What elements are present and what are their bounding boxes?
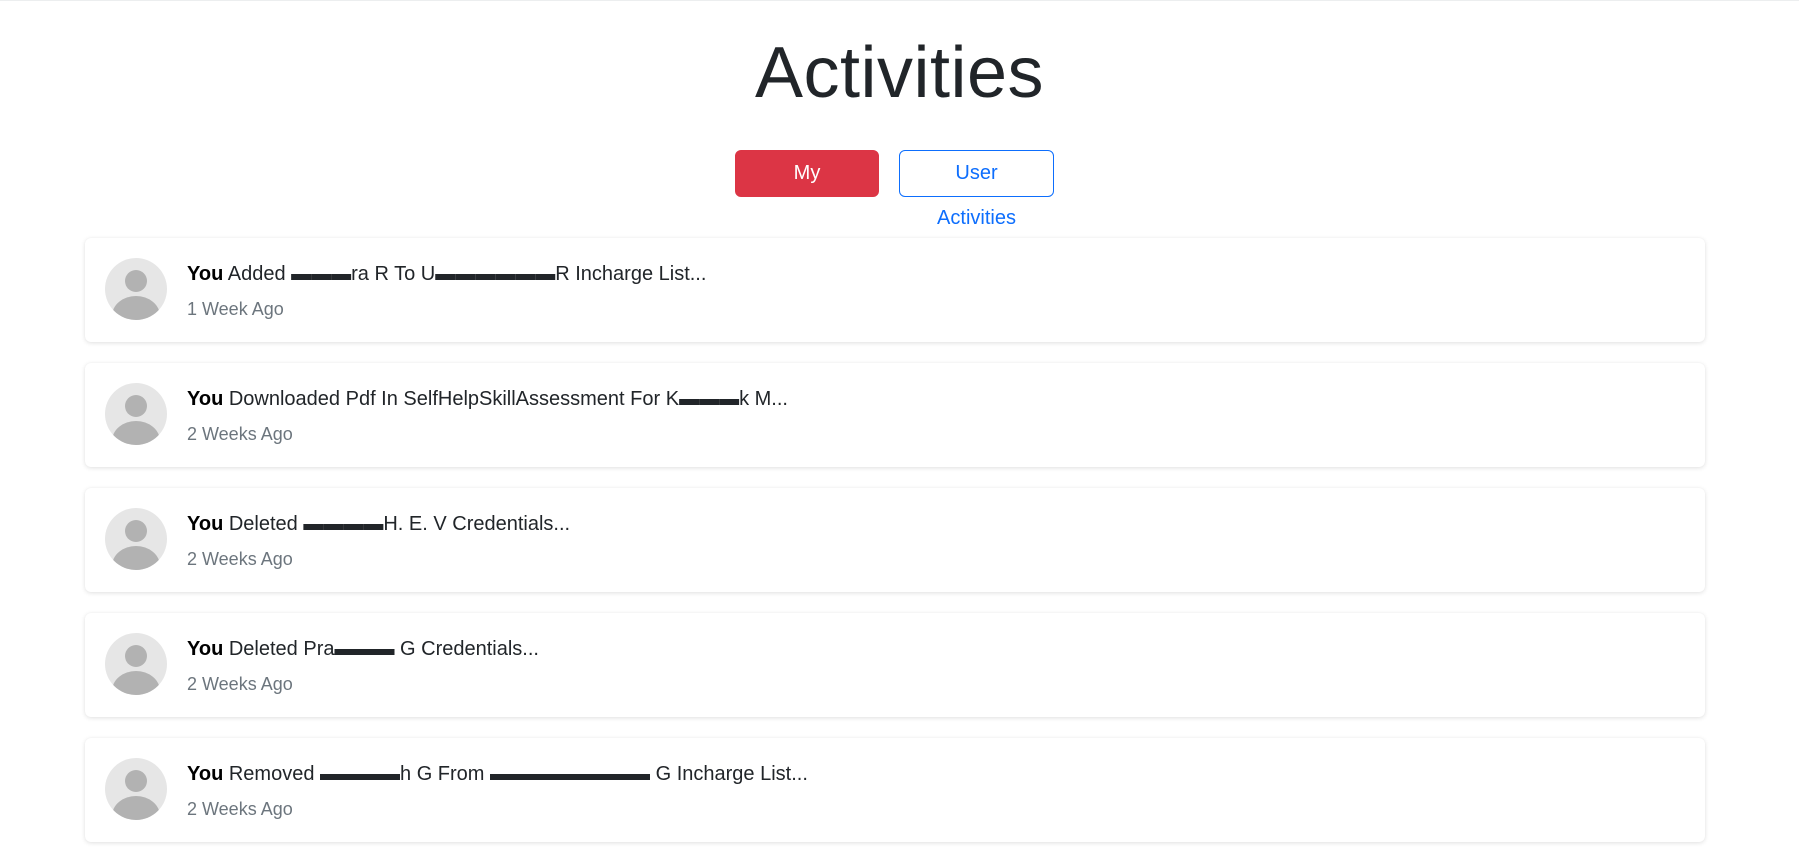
user-avatar-icon <box>105 508 167 570</box>
activity-actor: You <box>187 388 224 410</box>
activity-message: Deleted Pra▬▬▬ G Credentials... <box>228 638 539 660</box>
activity-timestamp: 2 Weeks Ago <box>187 549 293 569</box>
activity-message: Added ▬▬▬ra R To U▬▬▬▬▬▬R Incharge List.… <box>227 263 707 285</box>
activity-timestamp: 2 Weeks Ago <box>187 424 293 444</box>
activity-description: You Deleted ▬▬▬▬H. E. V Credentials... <box>187 510 570 538</box>
activity-actor: You <box>187 763 224 785</box>
activity-message: Downloaded Pdf In SelfHelpSkillAssessmen… <box>228 388 788 410</box>
activity-description: You Added ▬▬▬ra R To U▬▬▬▬▬▬R Incharge L… <box>187 260 706 288</box>
activity-list: You Added ▬▬▬ra R To U▬▬▬▬▬▬R Incharge L… <box>85 238 1705 863</box>
activity-card[interactable]: You Deleted ▬▬▬▬H. E. V Credentials... 2… <box>85 488 1705 592</box>
page-title: Activities <box>754 33 1045 113</box>
activity-description: You Downloaded Pdf In SelfHelpSkillAsses… <box>187 385 788 413</box>
user-avatar-icon <box>105 383 167 445</box>
activity-card[interactable]: You Deleted Pra▬▬▬ G Credentials... 2 We… <box>85 613 1705 717</box>
my-activities-button[interactable]: My Activities <box>735 150 879 229</box>
activity-card[interactable]: You Downloaded Pdf In SelfHelpSkillAsses… <box>85 363 1705 467</box>
activity-actor: You <box>187 513 224 535</box>
user-avatar-icon <box>105 633 167 695</box>
user-activities-button[interactable]: User Activities <box>899 150 1054 229</box>
activity-timestamp: 1 Week Ago <box>187 299 284 319</box>
user-avatar-icon <box>105 258 167 320</box>
activity-timestamp: 2 Weeks Ago <box>187 674 293 694</box>
top-divider <box>0 0 1799 1</box>
activity-card[interactable]: You Removed ▬▬▬▬h G From ▬▬▬▬▬▬▬▬ G Inch… <box>85 738 1705 842</box>
activity-card[interactable]: You Added ▬▬▬ra R To U▬▬▬▬▬▬R Incharge L… <box>85 238 1705 342</box>
activity-message: Deleted ▬▬▬▬H. E. V Credentials... <box>228 513 571 535</box>
activity-timestamp: 2 Weeks Ago <box>187 799 293 819</box>
activity-actor: You <box>187 263 224 285</box>
activity-actor: You <box>187 638 224 660</box>
activity-description: You Deleted Pra▬▬▬ G Credentials... <box>187 635 539 663</box>
activity-message: Removed ▬▬▬▬h G From ▬▬▬▬▬▬▬▬ G Incharge… <box>228 763 808 785</box>
activity-description: You Removed ▬▬▬▬h G From ▬▬▬▬▬▬▬▬ G Inch… <box>187 760 808 788</box>
